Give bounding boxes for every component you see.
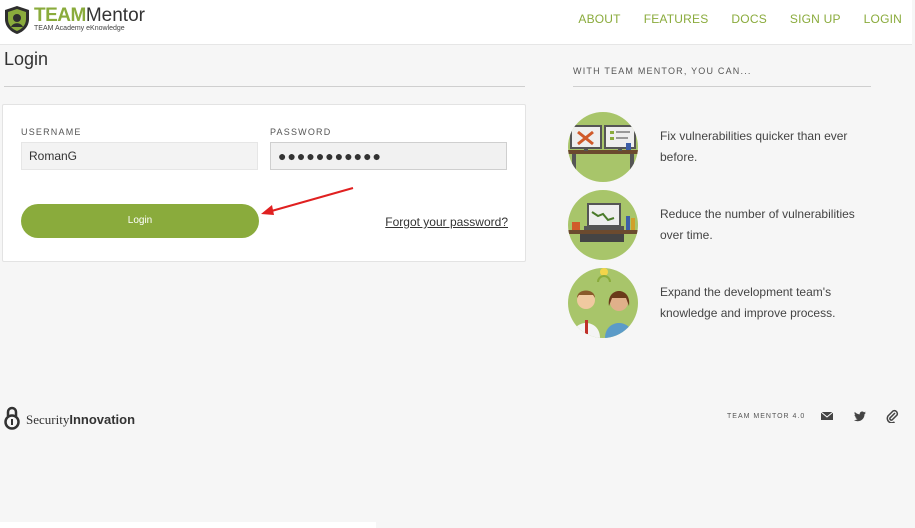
nav-features[interactable]: FEATURES bbox=[644, 12, 709, 26]
login-form: USERNAME RomanG PASSWORD ●●●●●●●●●●● Log… bbox=[2, 104, 526, 262]
attachment-icon[interactable] bbox=[885, 409, 899, 423]
nav-about[interactable]: ABOUT bbox=[578, 12, 620, 26]
brand-name: TEAMMentor bbox=[34, 5, 145, 26]
main-nav: ABOUT FEATURES DOCS SIGN UP LOGIN bbox=[555, 12, 902, 26]
padlock-logo-icon bbox=[4, 406, 20, 430]
nav-sign-up[interactable]: SIGN UP bbox=[790, 12, 841, 26]
username-label: USERNAME bbox=[21, 127, 82, 137]
feature-text: Expand the development team's knowledge … bbox=[660, 285, 836, 320]
team-people-icon bbox=[568, 268, 638, 338]
twitter-icon[interactable] bbox=[853, 409, 867, 423]
brand-tagline: TEAM Academy eKnowledge bbox=[34, 25, 125, 32]
feature-item-expand: Expand the development team's knowledge … bbox=[568, 268, 888, 338]
forgot-password-link[interactable]: Forgot your password? bbox=[385, 215, 508, 229]
security-innovation-logo[interactable]: SecurityInnovation bbox=[4, 406, 164, 432]
password-label: PASSWORD bbox=[270, 127, 332, 137]
feature-text: Reduce the number of vulnerabilities ove… bbox=[660, 207, 855, 242]
bottom-strip bbox=[0, 522, 376, 528]
top-header: TEAMMentor TEAM Academy eKnowledge ABOUT… bbox=[0, 0, 912, 45]
feature-item-fix: Fix vulnerabilities quicker than ever be… bbox=[568, 112, 888, 182]
title-divider bbox=[4, 86, 525, 87]
nav-docs[interactable]: DOCS bbox=[731, 12, 766, 26]
login-button[interactable]: Login bbox=[21, 204, 259, 238]
nav-login[interactable]: LOGIN bbox=[864, 12, 902, 26]
email-icon[interactable] bbox=[820, 409, 834, 423]
features-divider bbox=[573, 86, 871, 87]
team-mentor-logo[interactable]: TEAMMentor TEAM Academy eKnowledge bbox=[3, 5, 145, 35]
company-name: SecurityInnovation bbox=[26, 412, 136, 427]
password-field[interactable]: ●●●●●●●●●●● bbox=[270, 142, 507, 170]
feature-item-reduce: Reduce the number of vulnerabilities ove… bbox=[568, 190, 888, 260]
username-field[interactable]: RomanG bbox=[21, 142, 258, 170]
feature-text: Fix vulnerabilities quicker than ever be… bbox=[660, 129, 848, 164]
shield-logo-icon bbox=[5, 6, 29, 34]
workstation-tools-icon bbox=[568, 112, 638, 182]
annotation-arrow-icon bbox=[261, 187, 354, 215]
page-title: Login bbox=[4, 49, 49, 69]
laptop-chart-icon bbox=[568, 190, 638, 260]
features-heading: WITH TEAM MENTOR, YOU CAN... bbox=[573, 66, 752, 76]
version-label: TEAM MENTOR 4.0 bbox=[727, 413, 806, 420]
